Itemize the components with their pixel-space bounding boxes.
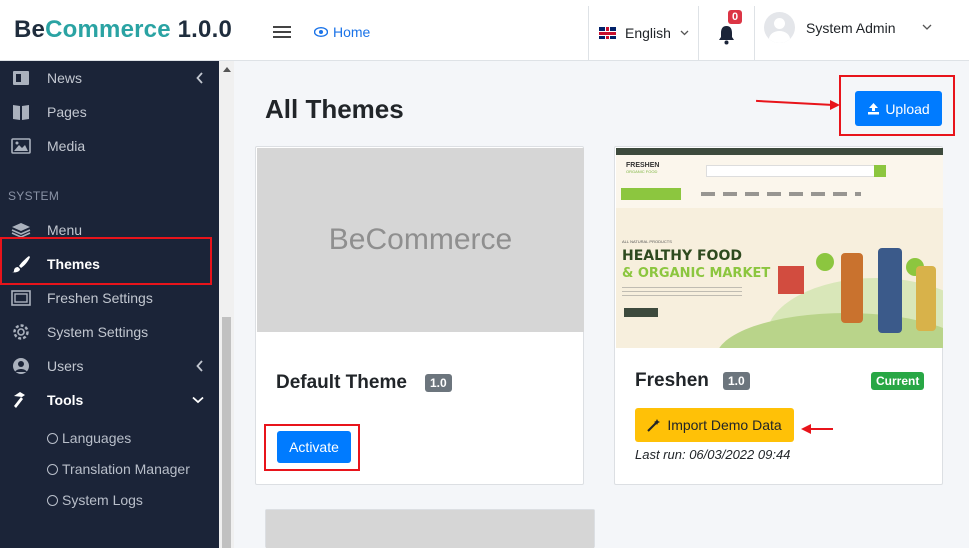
annotation-box-themes bbox=[0, 237, 212, 285]
version-badge: 1.0 bbox=[723, 372, 750, 390]
chevron-down-icon[interactable] bbox=[922, 24, 932, 30]
preview-headline: HEALTHY FOOD bbox=[622, 248, 742, 264]
sidebar-item-label: Freshen Settings bbox=[47, 290, 153, 306]
window-icon bbox=[11, 290, 31, 306]
preview-headline: & ORGANIC MARKET bbox=[622, 266, 771, 281]
annotation-arrowhead bbox=[830, 100, 840, 110]
brand-commerce: Commerce bbox=[45, 16, 171, 43]
user-menu[interactable]: System Admin bbox=[764, 12, 895, 43]
globe-icon bbox=[47, 463, 58, 475]
preview-logo: FRESHEN ORGANIC FOOD bbox=[626, 162, 659, 174]
sidebar-subitem-label: Translation Manager bbox=[62, 461, 190, 477]
preview-menu bbox=[621, 188, 681, 200]
annotation-arrowhead bbox=[801, 424, 811, 434]
scrollbar-thumb[interactable] bbox=[222, 317, 231, 548]
avatar bbox=[764, 12, 795, 43]
book-icon bbox=[13, 105, 29, 120]
preview-topbar bbox=[616, 148, 943, 155]
brand-version: 1.0.0 bbox=[177, 16, 233, 43]
chevron-down-icon bbox=[192, 396, 204, 404]
annotation-box-upload bbox=[839, 75, 955, 136]
sidebar-subitem-translation-manager[interactable]: Translation Manager bbox=[47, 461, 190, 477]
import-button-label: Import Demo Data bbox=[667, 417, 782, 433]
user-name: System Admin bbox=[806, 19, 896, 36]
preview-barn bbox=[778, 266, 804, 294]
preview-person bbox=[878, 248, 902, 333]
annotation-box-activate bbox=[264, 424, 360, 471]
scroll-up-arrow-icon[interactable] bbox=[223, 67, 231, 72]
sidebar-item-label: News bbox=[47, 70, 83, 86]
sidebar-section-system: SYSTEM bbox=[8, 189, 60, 203]
sidebar-item-pages[interactable]: Pages bbox=[0, 95, 219, 129]
theme-card-placeholder bbox=[265, 509, 595, 548]
preview-person bbox=[841, 253, 863, 323]
gear-icon bbox=[13, 324, 29, 340]
brand-be: Be bbox=[14, 16, 46, 43]
chevron-down-icon bbox=[680, 30, 689, 36]
thumbnail-text: BeCommerce bbox=[328, 223, 513, 256]
bell-icon bbox=[719, 26, 734, 45]
magic-wand-icon bbox=[647, 419, 661, 432]
sidebar-subitem-label: System Logs bbox=[62, 492, 143, 508]
version-badge: 1.0 bbox=[425, 374, 452, 392]
hammer-icon bbox=[14, 392, 25, 408]
brand-logo[interactable]: BeCommerce 1.0.0 bbox=[14, 16, 232, 44]
eye-icon bbox=[314, 27, 328, 37]
sidebar-item-tools[interactable]: Tools bbox=[0, 383, 219, 417]
radiation-icon bbox=[47, 494, 58, 506]
preview-tree bbox=[816, 253, 834, 271]
sidebar-item-label: Pages bbox=[47, 104, 87, 120]
preview-paragraph bbox=[622, 287, 742, 299]
theme-thumbnail: BeCommerce bbox=[257, 148, 584, 332]
chevron-left-icon bbox=[196, 360, 203, 372]
uk-flag-icon bbox=[599, 27, 616, 39]
preview-person bbox=[916, 266, 936, 331]
chevron-left-icon bbox=[196, 72, 203, 84]
sidebar-item-news[interactable]: News bbox=[0, 61, 219, 95]
users-icon bbox=[13, 358, 29, 374]
annotation-arrow-import bbox=[811, 428, 833, 430]
sidebar-item-freshen-settings[interactable]: Freshen Settings bbox=[0, 281, 219, 315]
sidebar-item-label: Menu bbox=[47, 222, 83, 238]
language-label: English bbox=[625, 25, 671, 41]
annotation-arrow-upload bbox=[756, 99, 836, 107]
theme-thumbnail: FRESHEN ORGANIC FOOD ALL NATURAL PRODUCTS… bbox=[616, 148, 943, 348]
menu-toggle-icon[interactable] bbox=[273, 26, 291, 38]
sidebar-subitem-system-logs[interactable]: System Logs bbox=[47, 492, 143, 508]
import-demo-data-button[interactable]: Import Demo Data bbox=[635, 408, 794, 442]
theme-thumbnail bbox=[266, 510, 594, 548]
sidebar-item-system-settings[interactable]: System Settings bbox=[0, 315, 219, 349]
globe-icon bbox=[47, 432, 58, 444]
newspaper-icon bbox=[13, 71, 29, 85]
sidebar-scrollbar[interactable] bbox=[219, 61, 234, 548]
sidebar-item-media[interactable]: Media bbox=[0, 129, 219, 163]
top-navbar: BeCommerce 1.0.0 Home English 0 System A… bbox=[0, 0, 969, 61]
home-link[interactable]: Home bbox=[314, 24, 370, 40]
notification-count-badge: 0 bbox=[728, 10, 743, 24]
sidebar-item-users[interactable]: Users bbox=[0, 349, 219, 383]
home-link-label: Home bbox=[333, 24, 371, 40]
preview-small-text: ALL NATURAL PRODUCTS bbox=[622, 239, 672, 244]
preview-search bbox=[706, 165, 886, 177]
last-run-text: Last run: 06/03/2022 09:44 bbox=[635, 447, 791, 462]
page-title: All Themes bbox=[265, 94, 404, 124]
sidebar-item-label: Media bbox=[47, 138, 86, 154]
theme-name: Freshen bbox=[635, 370, 709, 391]
sidebar-item-label: System Settings bbox=[47, 324, 149, 340]
theme-name: Default Theme bbox=[276, 372, 407, 393]
sidebar-subitem-languages[interactable]: Languages bbox=[47, 430, 131, 446]
status-badge: Current bbox=[871, 372, 925, 390]
language-dropdown[interactable]: English bbox=[588, 6, 698, 60]
sidebar-item-label: Tools bbox=[47, 392, 84, 408]
image-icon bbox=[11, 138, 31, 154]
preview-shop-button bbox=[624, 308, 658, 317]
sidebar-subitem-label: Languages bbox=[62, 430, 132, 446]
notifications-button[interactable]: 0 bbox=[698, 6, 755, 60]
sidebar-item-label: Users bbox=[47, 358, 84, 374]
preview-logo-text: FRESHEN bbox=[626, 162, 660, 169]
preview-logo-sub: ORGANIC FOOD bbox=[626, 169, 658, 174]
preview-nav bbox=[701, 192, 861, 196]
sidebar: News Pages Media SYSTEM Menu Themes Fres… bbox=[0, 61, 219, 548]
